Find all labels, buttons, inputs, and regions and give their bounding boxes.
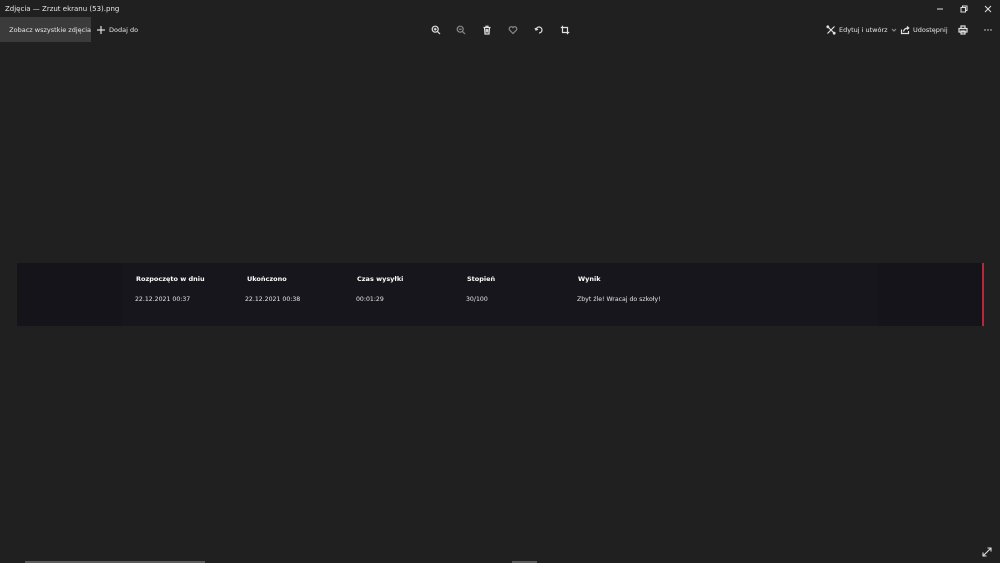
rotate-icon: [534, 25, 543, 34]
share-icon: [900, 25, 910, 34]
edit-create-button[interactable]: Edytuj i utwórz: [826, 17, 900, 42]
close-button[interactable]: [976, 0, 1000, 17]
full-screen-button[interactable]: [981, 543, 993, 557]
delete-icon: [483, 25, 491, 35]
more-icon: [984, 28, 992, 31]
zoom-in-icon: [431, 25, 441, 34]
minimize-button[interactable]: [928, 0, 952, 17]
crop-icon: [560, 25, 570, 34]
share-button[interactable]: Udostępnij: [900, 17, 948, 42]
more-options-button[interactable]: [980, 17, 996, 42]
header-started: Rozpoczęto w dniu: [136, 275, 205, 283]
print-button[interactable]: [955, 17, 971, 42]
header-result: Wynik: [578, 275, 601, 283]
zoom-out-icon: [456, 25, 466, 34]
expand-icon: [982, 547, 992, 557]
restore-icon: [960, 5, 968, 12]
crop-button[interactable]: [557, 17, 573, 42]
header-grade: Stopień: [467, 275, 496, 283]
window-title: Zdjęcia — Zrzut ekranu (53).png: [5, 4, 120, 13]
screenshot-image: Rozpoczęto w dniu Ukończono Czas wysyłki…: [17, 263, 984, 326]
heart-icon: [508, 25, 518, 34]
toolbar: Zobacz wszystkie zdjęcia Dodaj do Edytuj…: [0, 17, 1000, 42]
cell-finished: 22.12.2021 00:38: [245, 296, 301, 303]
edit-icon: [826, 24, 836, 35]
share-label: Udostępnij: [913, 25, 948, 34]
print-icon: [958, 24, 968, 35]
image-canvas[interactable]: Rozpoczęto w dniu Ukończono Czas wysyłki…: [0, 42, 1000, 563]
cell-started: 22.12.2021 00:37: [135, 296, 191, 303]
zoom-out-button[interactable]: [453, 17, 469, 42]
plus-icon: [97, 25, 105, 34]
header-finished: Ukończono: [247, 275, 287, 283]
accent-edge: [982, 263, 984, 326]
see-all-photos-label: Zobacz wszystkie zdjęcia: [9, 25, 91, 34]
cell-submit-time: 00:01:29: [356, 296, 384, 303]
zoom-in-button[interactable]: [428, 17, 444, 42]
title-bar: Zdjęcia — Zrzut ekranu (53).png: [0, 0, 1000, 17]
see-all-photos-button[interactable]: Zobacz wszystkie zdjęcia: [0, 17, 91, 42]
header-submit-time: Czas wysyłki: [357, 275, 404, 283]
results-table: Rozpoczęto w dniu Ukończono Czas wysyłki…: [122, 263, 878, 326]
rotate-button[interactable]: [531, 17, 547, 42]
window-controls: [928, 0, 1000, 17]
minimize-icon: [937, 8, 943, 9]
delete-button[interactable]: [479, 17, 495, 42]
restore-button[interactable]: [952, 0, 976, 17]
add-to-label: Dodaj do: [109, 25, 139, 34]
cell-result: Zbyt źle! Wracaj do szkoły!: [577, 296, 661, 303]
add-to-button[interactable]: Dodaj do: [96, 17, 138, 42]
edit-create-label: Edytuj i utwórz: [839, 25, 888, 34]
close-icon: [984, 5, 992, 12]
chevron-down-icon: [891, 28, 896, 32]
favorite-button[interactable]: [505, 17, 521, 42]
cell-grade: 30/100: [466, 296, 488, 303]
